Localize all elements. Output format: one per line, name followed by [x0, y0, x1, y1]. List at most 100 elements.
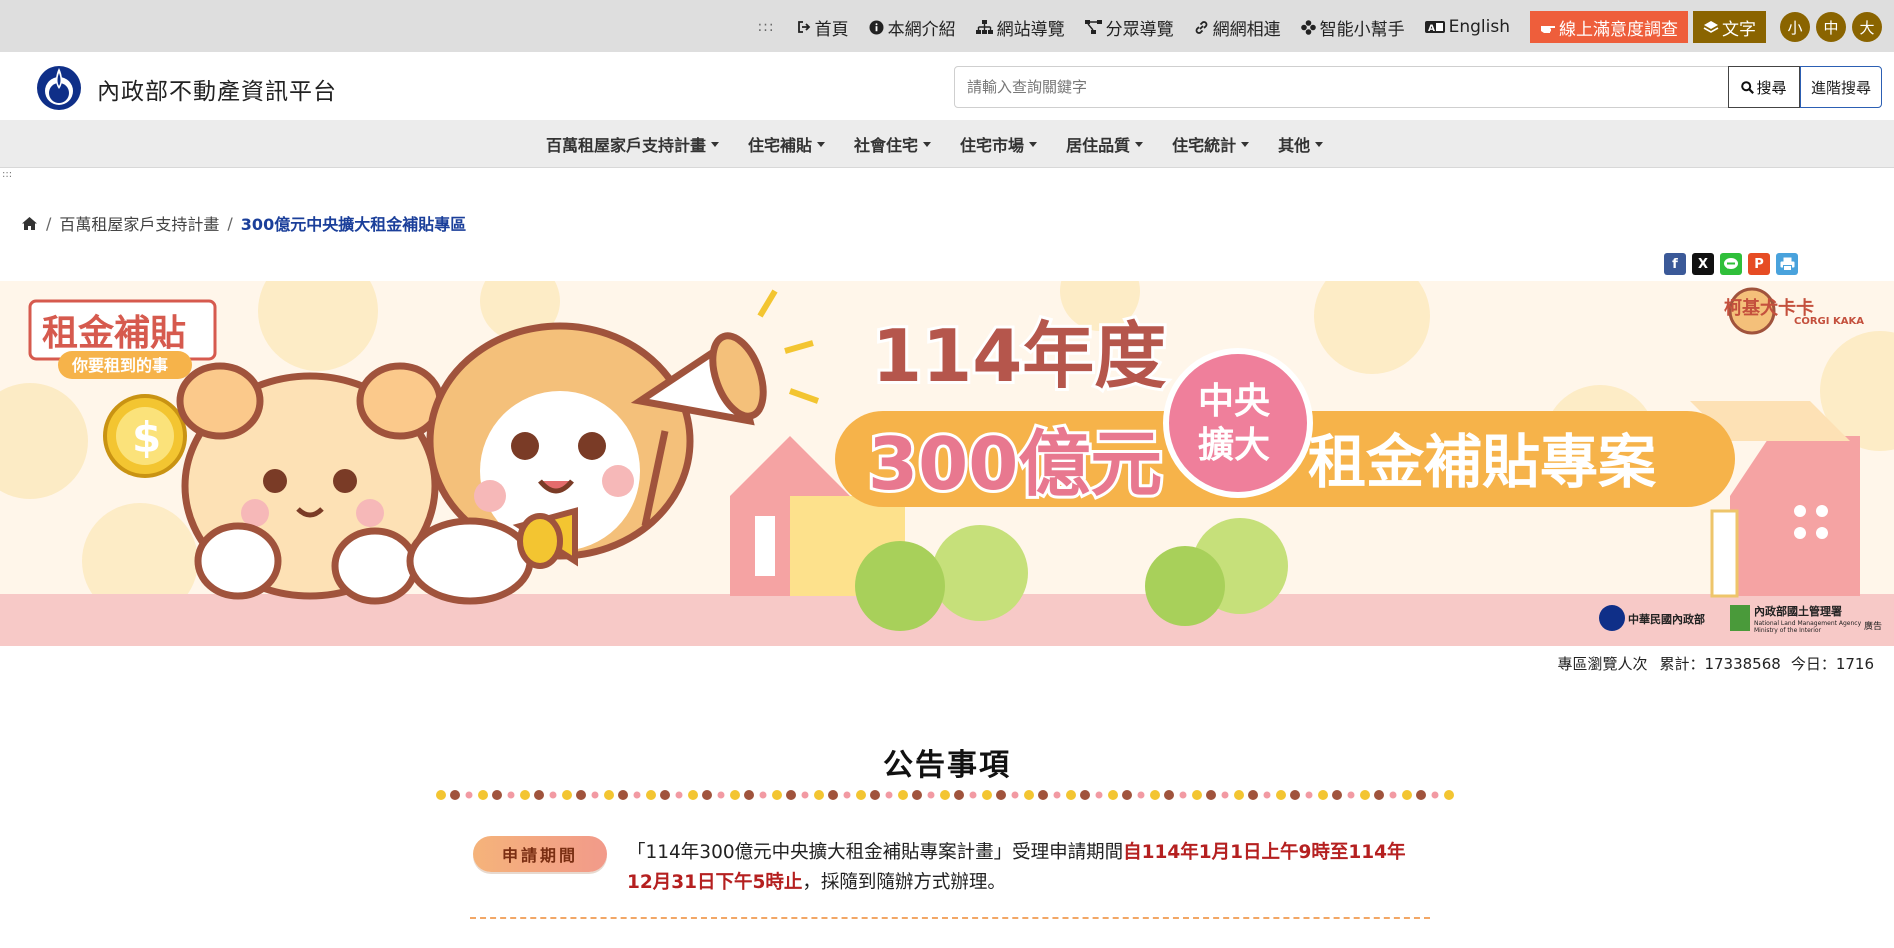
nav-item-housing-market[interactable]: 住宅市場 — [960, 132, 1038, 156]
divider-dot — [870, 790, 880, 800]
home-link-label: 首頁 — [814, 19, 849, 40]
plurk-share-icon[interactable]: P — [1748, 253, 1770, 275]
caret-down-icon — [711, 141, 720, 147]
english-link-label: English — [1448, 17, 1510, 37]
nav-item-label: 百萬租屋家戶支持計畫 — [546, 136, 707, 155]
divider-dot — [1108, 790, 1118, 800]
divider-dot — [1206, 790, 1216, 800]
site-header: 內政部不動產資訊平台 搜尋 進階搜尋 — [0, 52, 1894, 120]
divider-dot — [912, 790, 922, 800]
site-title[interactable]: 內政部不動產資訊平台 — [97, 72, 337, 106]
divider-dot — [1234, 790, 1244, 800]
divider-dot — [730, 790, 740, 800]
org-nlma: 內政部國土管理署 — [1754, 604, 1842, 618]
font-size-small-button[interactable]: 小 — [1780, 12, 1810, 42]
audience-nav-link[interactable]: 分眾導覽 — [1084, 15, 1174, 40]
breadcrumb-parent[interactable]: 百萬租屋家戶支持計畫 — [59, 211, 219, 235]
content-accesskey-marker[interactable]: ::: — [2, 170, 12, 180]
nav-item-others[interactable]: 其他 — [1278, 132, 1324, 156]
divider-dot — [1416, 790, 1426, 800]
caret-down-icon — [1241, 141, 1250, 147]
divider-dot — [688, 790, 698, 800]
related-links-link[interactable]: 網網相連 — [1194, 15, 1281, 40]
home-link[interactable]: 首頁 — [797, 15, 849, 40]
divider-dot — [969, 791, 977, 799]
nav-item-housing-subsidy[interactable]: 住宅補貼 — [748, 132, 826, 156]
search-icon — [1741, 80, 1755, 94]
banner-logo-tagline: 你要租到的事 — [71, 356, 168, 375]
divider-dot — [1080, 790, 1090, 800]
divider-dot — [1011, 791, 1019, 799]
divider-dot — [591, 791, 599, 799]
divider-dot — [1332, 790, 1342, 800]
accesskey-marker[interactable]: ::: — [757, 19, 774, 35]
divider-dot — [1374, 790, 1384, 800]
font-size-medium-button[interactable]: 中 — [1816, 12, 1846, 42]
smart-helper-label: 智能小幫手 — [1319, 19, 1405, 40]
divider-dot — [1164, 790, 1174, 800]
english-link[interactable]: A English — [1424, 17, 1510, 37]
facebook-share-icon[interactable]: f — [1664, 253, 1686, 275]
divider-dot — [604, 790, 614, 800]
helper-icon — [1300, 19, 1316, 35]
banner-bubble-line1: 中央 — [1198, 381, 1271, 422]
search-input[interactable] — [954, 66, 1729, 108]
divider-dot — [633, 791, 641, 799]
print-icon[interactable] — [1776, 253, 1798, 275]
nav-item-living-quality[interactable]: 居住品質 — [1066, 132, 1144, 156]
divider-dot — [520, 790, 530, 800]
divider-dot — [744, 790, 754, 800]
text-mode-button[interactable]: 文字 — [1693, 11, 1766, 43]
visit-today: 今日：1716 — [1790, 655, 1874, 673]
divider-dot — [618, 790, 628, 800]
x-share-icon[interactable]: X — [1692, 253, 1714, 275]
divider-dot — [1150, 790, 1160, 800]
ministry-logo[interactable] — [34, 62, 84, 112]
line-bubble-icon — [1724, 258, 1738, 269]
divider-dot — [1402, 790, 1412, 800]
divider-dot — [843, 791, 851, 799]
divider-dot — [1137, 791, 1145, 799]
divider-dot — [1192, 790, 1202, 800]
divider-dot — [1066, 790, 1076, 800]
divider-dot — [1263, 791, 1271, 799]
divider-dot — [1389, 791, 1397, 799]
divider-dot — [759, 791, 767, 799]
about-link[interactable]: 本網介紹 — [869, 15, 956, 40]
divider-dot — [660, 790, 670, 800]
application-period-badge: 申請期間 — [473, 836, 607, 872]
svg-text:$: $ — [132, 413, 161, 462]
advanced-search-button[interactable]: 進階搜尋 — [1800, 66, 1882, 108]
search-button[interactable]: 搜尋 — [1728, 66, 1800, 108]
org-nlma-en2: Ministry of the Interior — [1754, 627, 1822, 634]
sitemap-icon — [975, 19, 993, 34]
announcement-title: 公告事項 — [883, 748, 1011, 783]
nav-item-label: 其他 — [1278, 136, 1311, 155]
about-link-label: 本網介紹 — [887, 19, 956, 40]
divider-dot — [898, 790, 908, 800]
line-share-icon[interactable] — [1720, 253, 1742, 275]
divider-dot — [1122, 790, 1132, 800]
home-icon[interactable] — [21, 216, 38, 231]
corgi-kaka-brand: 柯基犬卡卡 CORGI KAKA — [1724, 287, 1864, 335]
divider-dot — [1024, 790, 1034, 800]
nav-item-social-housing[interactable]: 社會住宅 — [854, 132, 932, 156]
smart-helper-link[interactable]: 智能小幫手 — [1300, 15, 1405, 40]
font-size-large-button[interactable]: 大 — [1852, 12, 1882, 42]
divider-dot — [996, 790, 1006, 800]
nav-item-housing-statistics[interactable]: 住宅統計 — [1172, 132, 1250, 156]
info-circle-icon — [869, 20, 884, 34]
divider-dot — [1360, 790, 1370, 800]
satisfaction-survey-button[interactable]: 線上滿意度調查 — [1530, 11, 1688, 43]
rent-subsidy-banner[interactable]: 租金補貼 你要租到的事 $ 114年度 300億元 中央 擴大 租金補貼專案 柯… — [0, 281, 1894, 646]
caret-down-icon — [1135, 141, 1144, 147]
sitemap-link[interactable]: 網站導覽 — [975, 15, 1065, 40]
divider-dot — [1248, 790, 1258, 800]
divider-dot — [1431, 791, 1439, 799]
caret-down-icon — [923, 141, 932, 147]
breadcrumb-separator: / — [227, 213, 233, 233]
dashed-divider — [470, 917, 1430, 919]
divider-dot — [534, 790, 544, 800]
nav-item-rental-support[interactable]: 百萬租屋家戶支持計畫 — [546, 132, 720, 156]
divider-dot — [1444, 790, 1454, 800]
